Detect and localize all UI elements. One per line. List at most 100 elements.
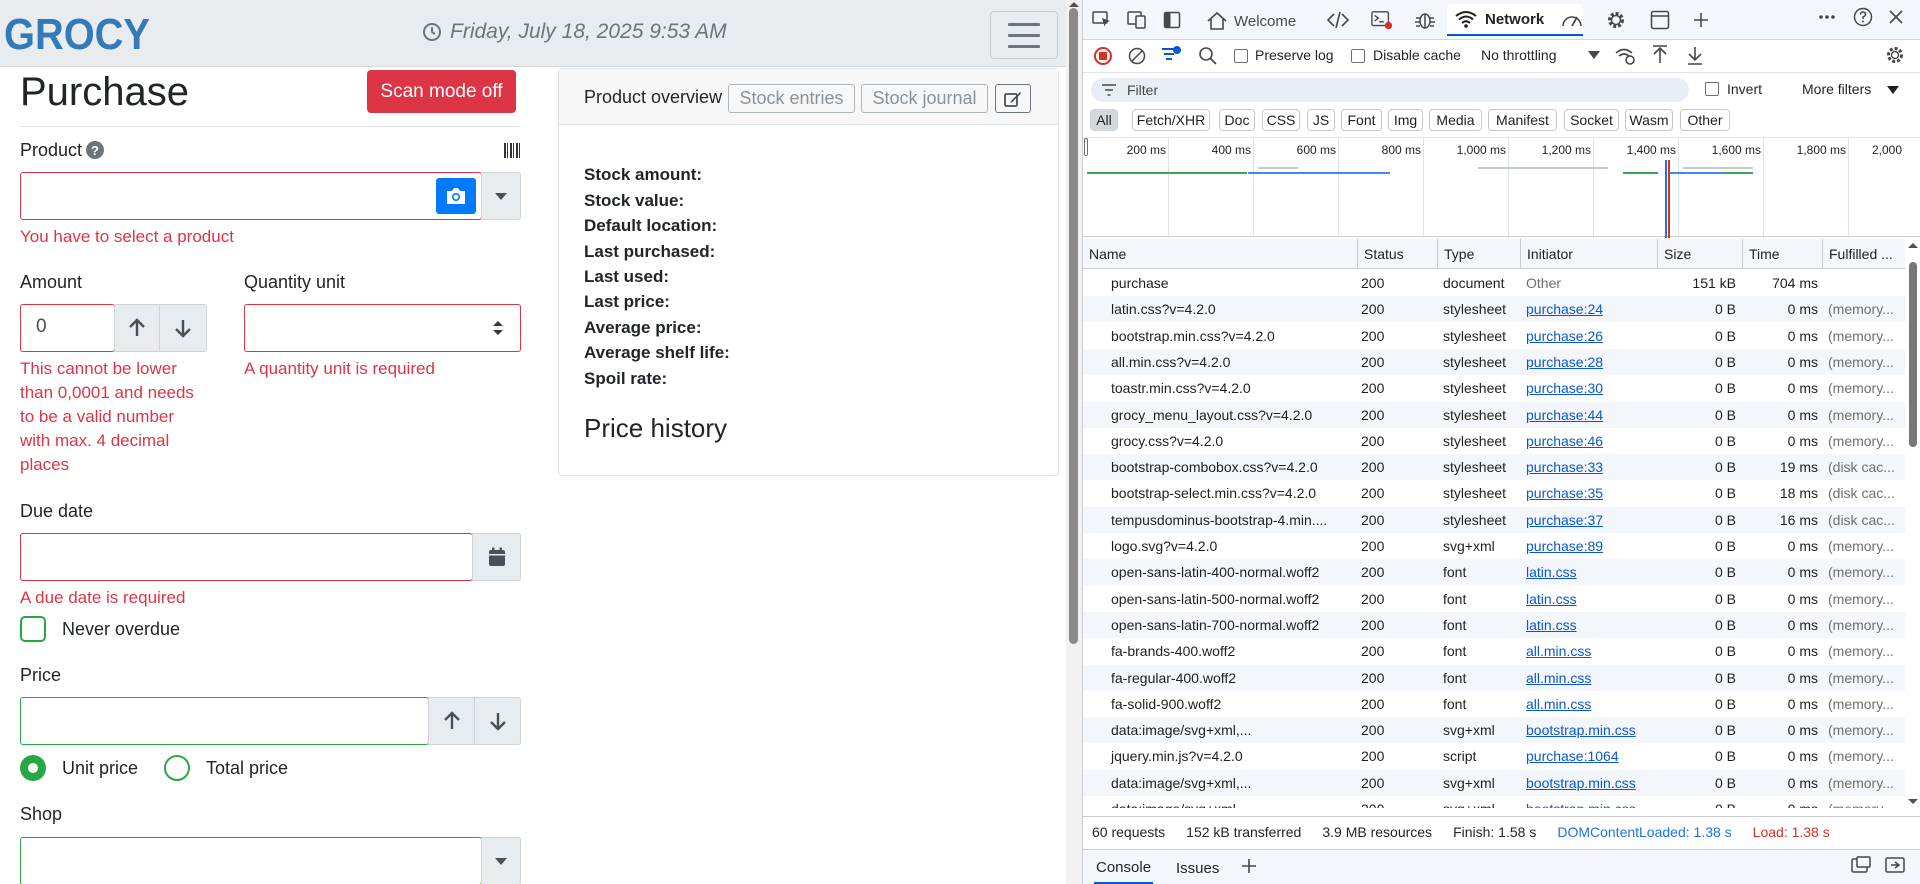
more-filters-chevron-down-icon[interactable] bbox=[1887, 86, 1899, 94]
due-date-picker-button[interactable] bbox=[472, 533, 521, 581]
cell-initiator[interactable]: purchase:1064 bbox=[1526, 743, 1656, 769]
request-row[interactable]: open-sans-latin-400-normal.woff2 200 font l… bbox=[1083, 559, 1905, 586]
request-row[interactable]: all.min.css?v=4.2.0 200 stylesheet purchase… bbox=[1083, 348, 1905, 375]
customize-menu-icon[interactable] bbox=[1816, 6, 1838, 28]
filter-input[interactable]: Filter bbox=[1091, 78, 1689, 102]
amount-increase-button[interactable] bbox=[114, 304, 160, 352]
edit-product-button[interactable] bbox=[995, 84, 1031, 113]
cell-initiator[interactable]: all.min.css bbox=[1526, 638, 1656, 664]
device-toolbar-icon[interactable] bbox=[1126, 9, 1148, 31]
drawer-tab-console[interactable]: Console bbox=[1094, 852, 1154, 884]
network-overview-timeline[interactable]: 200 ms 400 ms 600 ms 800 ms 1,000 ms 1,2… bbox=[1083, 137, 1920, 238]
close-devtools-icon[interactable] bbox=[1885, 6, 1907, 28]
total-price-radio[interactable] bbox=[164, 755, 190, 781]
more-tabs-plus-icon[interactable] bbox=[1690, 9, 1712, 31]
drawer-dock-icon[interactable] bbox=[1851, 856, 1871, 874]
type-filter-wasm[interactable]: Wasm bbox=[1625, 109, 1673, 131]
request-row[interactable]: open-sans-latin-500-normal.woff2 200 font l… bbox=[1083, 586, 1905, 612]
help-icon[interactable] bbox=[1852, 6, 1874, 28]
performance-tab-icon[interactable] bbox=[1561, 9, 1583, 31]
request-table-scrollbar-thumb[interactable] bbox=[1909, 262, 1917, 447]
price-increase-button[interactable] bbox=[428, 697, 475, 745]
cell-initiator[interactable]: latin.css bbox=[1526, 612, 1656, 638]
clear-icon[interactable] bbox=[1128, 47, 1146, 65]
request-row[interactable]: bootstrap-select.min.css?v=4.2.0 200 style… bbox=[1083, 480, 1905, 506]
inspect-element-icon[interactable] bbox=[1091, 9, 1113, 31]
cell-initiator[interactable]: purchase:44 bbox=[1526, 402, 1656, 428]
type-filter-doc[interactable]: Doc bbox=[1219, 109, 1255, 131]
timeline-range-handle[interactable] bbox=[1084, 138, 1088, 156]
request-row[interactable]: data:image/svg+xml,... 200 svg+xml bootstra… bbox=[1083, 717, 1905, 744]
export-har-icon[interactable] bbox=[1686, 45, 1704, 65]
cell-initiator[interactable]: all.min.css bbox=[1526, 665, 1656, 691]
record-stop-icon[interactable] bbox=[1094, 47, 1112, 65]
column-status[interactable]: Status bbox=[1358, 239, 1438, 269]
request-row[interactable]: data:image/svg+xml,... 200 svg+xml bootstra… bbox=[1083, 796, 1905, 808]
product-dropdown-toggle[interactable] bbox=[481, 172, 521, 220]
type-filter-socket[interactable]: Socket bbox=[1564, 109, 1619, 131]
price-decrease-button[interactable] bbox=[474, 697, 521, 745]
application-tab-icon[interactable] bbox=[1649, 9, 1671, 31]
elements-tab-icon[interactable] bbox=[1327, 9, 1349, 31]
filter-funnel-icon[interactable] bbox=[1160, 45, 1182, 65]
shop-input[interactable] bbox=[20, 837, 482, 884]
request-row[interactable]: purchase 200 document Other 151 kB 704 ms bbox=[1083, 270, 1905, 296]
column-name[interactable]: Name bbox=[1083, 239, 1358, 269]
grocy-logo[interactable]: GROCY bbox=[4, 14, 150, 54]
scroll-up-icon[interactable] bbox=[1907, 241, 1919, 249]
cell-initiator[interactable]: latin.css bbox=[1526, 586, 1656, 612]
request-row[interactable]: fa-solid-900.woff2 200 font all.min.css 0 B 0… bbox=[1083, 691, 1905, 717]
amount-input[interactable] bbox=[20, 304, 115, 352]
help-icon[interactable]: ? bbox=[86, 141, 104, 159]
barcode-icon[interactable] bbox=[504, 143, 521, 158]
type-filter-img[interactable]: Img bbox=[1388, 109, 1423, 131]
tab-welcome[interactable]: Welcome bbox=[1206, 8, 1296, 34]
column-size[interactable]: Size bbox=[1658, 239, 1743, 269]
request-row[interactable]: bootstrap-combobox.css?v=4.2.0 200 stylesh… bbox=[1083, 454, 1905, 481]
stock-entries-button[interactable]: Stock entries bbox=[728, 84, 855, 113]
cell-initiator[interactable]: purchase:37 bbox=[1526, 507, 1656, 533]
cell-initiator[interactable]: bootstrap.min.css bbox=[1526, 770, 1656, 796]
invert-checkbox[interactable] bbox=[1705, 82, 1719, 96]
column-time[interactable]: Time bbox=[1743, 239, 1823, 269]
cell-initiator[interactable]: latin.css bbox=[1526, 559, 1656, 585]
type-filter-js[interactable]: JS bbox=[1307, 109, 1335, 131]
cell-initiator[interactable]: purchase:24 bbox=[1526, 296, 1656, 322]
type-filter-media[interactable]: Media bbox=[1429, 109, 1482, 131]
disable-cache-checkbox[interactable] bbox=[1351, 49, 1365, 63]
cell-initiator[interactable]: purchase:26 bbox=[1526, 323, 1656, 349]
import-har-icon[interactable] bbox=[1651, 45, 1669, 65]
request-row[interactable]: jquery.min.js?v=4.2.0 200 script purchase:1… bbox=[1083, 743, 1905, 769]
request-row[interactable]: grocy.css?v=4.2.0 200 stylesheet purchase:4… bbox=[1083, 428, 1905, 454]
type-filter-fetch-xhr[interactable]: Fetch/XHR bbox=[1132, 109, 1210, 131]
network-conditions-icon[interactable] bbox=[1614, 46, 1636, 66]
type-filter-all[interactable]: All bbox=[1090, 109, 1118, 131]
add-drawer-tab-plus-icon[interactable] bbox=[1240, 857, 1258, 875]
page-scrollbar-thumb[interactable] bbox=[1069, 8, 1078, 644]
never-overdue-checkbox[interactable] bbox=[20, 616, 46, 642]
stock-journal-button[interactable]: Stock journal bbox=[861, 84, 988, 113]
request-row[interactable]: grocy_menu_layout.css?v=4.2.0 200 styleshe… bbox=[1083, 401, 1905, 428]
quantity-unit-select[interactable] bbox=[244, 304, 521, 352]
cell-initiator[interactable]: purchase:89 bbox=[1526, 533, 1656, 559]
network-settings-gear-icon[interactable] bbox=[1885, 45, 1905, 65]
scroll-down-icon[interactable] bbox=[1907, 798, 1919, 806]
preserve-log-checkbox[interactable] bbox=[1234, 49, 1248, 63]
settings-gear-tab-icon[interactable] bbox=[1605, 9, 1627, 31]
shop-dropdown-toggle[interactable] bbox=[481, 837, 521, 884]
cell-initiator[interactable]: purchase:46 bbox=[1526, 428, 1656, 454]
cell-initiator[interactable]: Other bbox=[1526, 270, 1656, 296]
drawer-close-icon[interactable] bbox=[1885, 856, 1905, 874]
cell-initiator[interactable]: purchase:35 bbox=[1526, 480, 1656, 506]
cell-initiator[interactable]: all.min.css bbox=[1526, 691, 1656, 717]
unit-price-radio[interactable] bbox=[20, 755, 46, 781]
due-date-input[interactable] bbox=[20, 533, 473, 581]
cell-initiator[interactable]: purchase:33 bbox=[1526, 454, 1656, 480]
dock-side-icon[interactable] bbox=[1161, 9, 1183, 31]
column-initiator[interactable]: Initiator bbox=[1521, 239, 1658, 269]
camera-scan-button[interactable] bbox=[436, 178, 476, 214]
type-filter-manifest[interactable]: Manifest bbox=[1488, 109, 1557, 131]
request-row[interactable]: toastr.min.css?v=4.2.0 200 stylesheet purch… bbox=[1083, 375, 1905, 401]
scan-mode-button[interactable]: Scan mode off bbox=[367, 70, 516, 113]
cell-initiator[interactable]: bootstrap.min.css bbox=[1526, 796, 1656, 808]
